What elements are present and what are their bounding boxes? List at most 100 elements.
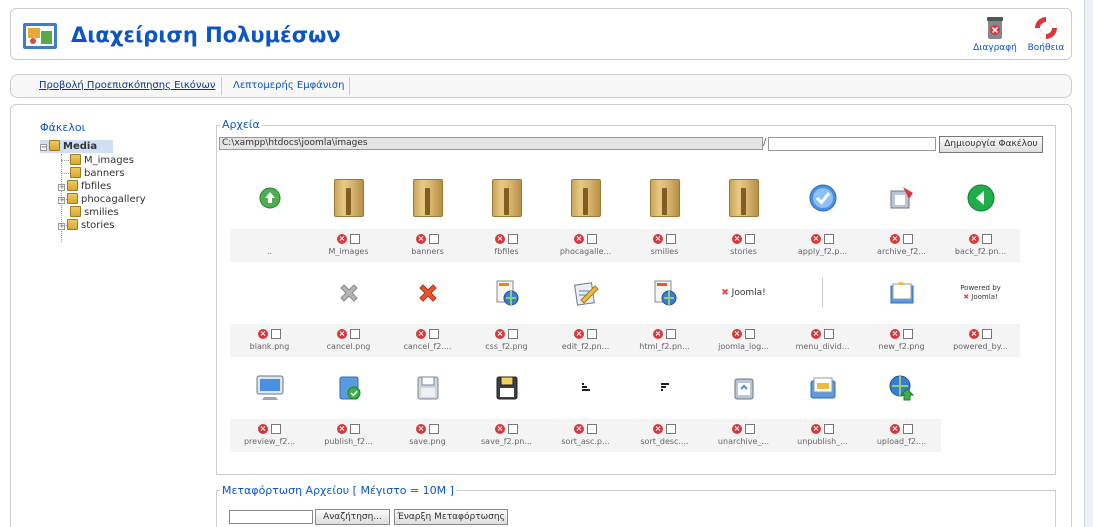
folder-item[interactable]: × phocagalle...	[546, 167, 625, 262]
delete-icon[interactable]: ×	[258, 424, 268, 434]
select-checkbox[interactable]	[745, 329, 755, 339]
select-checkbox[interactable]	[350, 424, 360, 434]
select-checkbox[interactable]	[666, 329, 676, 339]
select-checkbox[interactable]	[903, 329, 913, 339]
delete-icon[interactable]: ×	[890, 234, 900, 244]
sort-desc-icon[interactable]	[625, 357, 704, 419]
folder-item[interactable]: × banners	[388, 167, 467, 262]
tree-node-banners[interactable]: banners	[70, 167, 125, 180]
delete-icon[interactable]: ×	[653, 424, 663, 434]
delete-button[interactable]: Διαγραφή	[972, 15, 1018, 55]
html-globe-icon[interactable]	[625, 262, 704, 324]
unarchive-icon[interactable]	[704, 357, 783, 419]
tree-node-smilies[interactable]: smilies	[70, 206, 119, 219]
tree-node-m-images[interactable]: M_images	[70, 154, 134, 167]
folder-item[interactable]: × smilies	[625, 167, 704, 262]
file-item[interactable]: × edit_f2.pn...	[546, 262, 625, 357]
file-item[interactable]: × cancel.png	[309, 262, 388, 357]
tree-node-media[interactable]: − Media	[40, 140, 114, 153]
folder-icon[interactable]	[309, 167, 388, 229]
select-checkbox[interactable]	[587, 234, 597, 244]
folder-item[interactable]: × M_images	[309, 167, 388, 262]
file-item[interactable]: × blank.png	[230, 262, 309, 357]
select-checkbox[interactable]	[429, 234, 439, 244]
folder-item[interactable]: × stories	[704, 167, 783, 262]
delete-icon[interactable]: ×	[337, 329, 347, 339]
delete-icon[interactable]: ×	[811, 424, 821, 434]
delete-icon[interactable]: ×	[416, 329, 426, 339]
delete-icon[interactable]: ×	[416, 234, 426, 244]
back-arrow-icon[interactable]	[941, 167, 1020, 229]
select-checkbox[interactable]	[982, 329, 992, 339]
select-checkbox[interactable]	[508, 329, 518, 339]
delete-icon[interactable]: ×	[574, 234, 584, 244]
select-checkbox[interactable]	[666, 234, 676, 244]
collapse-icon[interactable]: −	[40, 144, 47, 151]
delete-icon[interactable]: ×	[337, 234, 347, 244]
publish-icon[interactable]	[309, 357, 388, 419]
powered-by-joomla-icon[interactable]: Powered by ✖ Joomla!	[941, 262, 1020, 324]
delete-icon[interactable]: ×	[416, 424, 426, 434]
delete-icon[interactable]: ×	[653, 329, 663, 339]
delete-icon[interactable]: ×	[811, 329, 821, 339]
file-item[interactable]: × apply_f2.p...	[783, 167, 862, 262]
select-checkbox[interactable]	[982, 234, 992, 244]
delete-icon[interactable]: ×	[969, 329, 979, 339]
file-item[interactable]: × new_f2.png	[862, 262, 941, 357]
unpublish-icon[interactable]	[783, 357, 862, 419]
delete-icon[interactable]: ×	[890, 424, 900, 434]
file-item[interactable]: × upload_f2....	[862, 357, 941, 452]
file-item[interactable]: × publish_f2...	[309, 357, 388, 452]
select-checkbox[interactable]	[587, 329, 597, 339]
delete-icon[interactable]: ×	[495, 234, 505, 244]
delete-icon[interactable]: ×	[337, 424, 347, 434]
expand-icon[interactable]: +	[58, 184, 65, 191]
file-item[interactable]: × unarchive_...	[704, 357, 783, 452]
new-folder-icon[interactable]	[862, 262, 941, 324]
tab-thumbnail-view[interactable]: Προβολή Προεπισκόπησης Εικόνων	[39, 80, 215, 91]
tree-node-phocagallery[interactable]: + phocagallery	[58, 193, 146, 206]
file-item[interactable]: × sort_desc....	[625, 357, 704, 452]
select-checkbox[interactable]	[824, 329, 834, 339]
cancel-red-icon[interactable]	[388, 262, 467, 324]
folder-icon[interactable]	[546, 167, 625, 229]
folder-icon[interactable]	[625, 167, 704, 229]
expand-icon[interactable]: +	[58, 197, 65, 204]
help-button[interactable]: Βοήθεια	[1023, 15, 1069, 55]
select-checkbox[interactable]	[429, 424, 439, 434]
file-item[interactable]: × save.png	[388, 357, 467, 452]
file-item[interactable]: ✖ Joomla! × joomla_log...	[704, 262, 783, 357]
delete-icon[interactable]: ×	[258, 329, 268, 339]
menu-divider-icon[interactable]	[783, 262, 862, 324]
expand-icon[interactable]: +	[58, 223, 65, 230]
folder-icon[interactable]	[388, 167, 467, 229]
sort-asc-icon[interactable]	[546, 357, 625, 419]
save-disk-icon[interactable]	[388, 357, 467, 419]
delete-icon[interactable]: ×	[732, 234, 742, 244]
select-checkbox[interactable]	[350, 234, 360, 244]
file-item[interactable]: × menu_divid...	[783, 262, 862, 357]
joomla-logo-icon[interactable]: ✖ Joomla!	[704, 262, 783, 324]
tree-node-stories[interactable]: + stories	[58, 219, 115, 232]
start-upload-button[interactable]: Έναρξη Μεταφόρτωσης	[394, 509, 508, 525]
folder-item[interactable]: × fbfiles	[467, 167, 546, 262]
browse-button[interactable]: Αναζήτηση...	[315, 509, 390, 525]
apply-check-icon[interactable]	[783, 167, 862, 229]
delete-icon[interactable]: ×	[969, 234, 979, 244]
select-checkbox[interactable]	[587, 424, 597, 434]
delete-icon[interactable]: ×	[811, 234, 821, 244]
select-checkbox[interactable]	[508, 234, 518, 244]
select-checkbox[interactable]	[903, 234, 913, 244]
file-item[interactable]: × save_f2.pn...	[467, 357, 546, 452]
delete-icon[interactable]: ×	[732, 424, 742, 434]
folder-icon[interactable]	[704, 167, 783, 229]
create-folder-button[interactable]: Δημιουργία Φακέλου	[939, 136, 1043, 153]
select-checkbox[interactable]	[508, 424, 518, 434]
file-item[interactable]: × preview_f2...	[230, 357, 309, 452]
select-checkbox[interactable]	[824, 234, 834, 244]
select-checkbox[interactable]	[429, 329, 439, 339]
upload-file-input[interactable]	[229, 510, 313, 524]
css-globe-icon[interactable]	[467, 262, 546, 324]
folder-item[interactable]: ..	[230, 167, 309, 262]
file-item[interactable]: × unpublish_...	[783, 357, 862, 452]
